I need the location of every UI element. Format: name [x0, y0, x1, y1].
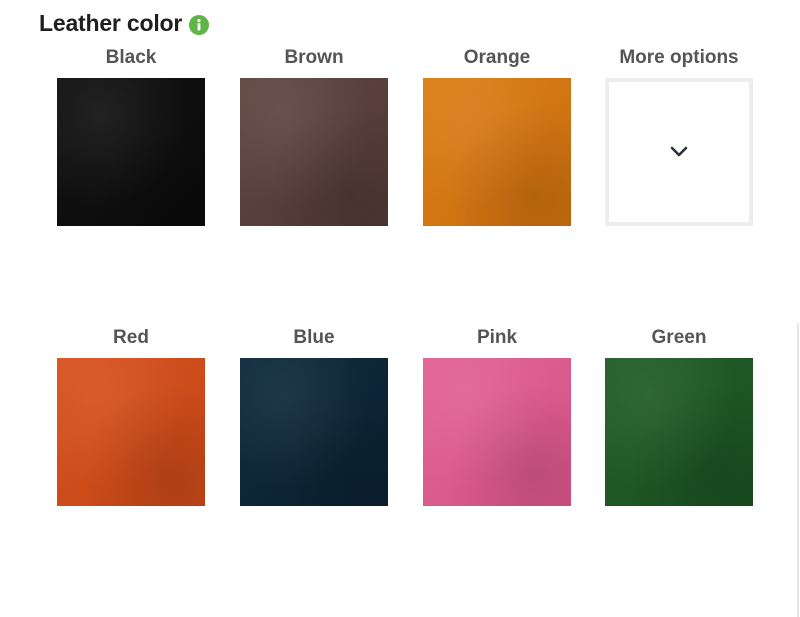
color-option-orange[interactable]: Orange	[423, 46, 571, 226]
more-options-label: More options	[619, 47, 739, 68]
color-option-brown[interactable]: Brown	[240, 46, 388, 226]
color-swatch-orange[interactable]	[423, 78, 571, 226]
color-label: Black	[105, 47, 157, 68]
color-swatch-green[interactable]	[605, 358, 753, 506]
color-option-black[interactable]: Black	[57, 46, 205, 226]
scrollbar-edge	[797, 323, 799, 617]
color-label: Green	[651, 327, 707, 348]
color-label: Brown	[284, 47, 344, 68]
color-label: Pink	[476, 327, 518, 348]
color-swatch-pink[interactable]	[423, 358, 571, 506]
color-swatch-red[interactable]	[57, 358, 205, 506]
more-options[interactable]: More options	[605, 46, 753, 226]
color-swatch-black[interactable]	[57, 78, 205, 226]
color-swatch-blue[interactable]	[240, 358, 388, 506]
color-option-blue[interactable]: Blue	[240, 326, 388, 506]
color-option-red[interactable]: Red	[57, 326, 205, 506]
color-label: Red	[113, 327, 149, 348]
color-option-pink[interactable]: Pink	[423, 326, 571, 506]
color-swatch-brown[interactable]	[240, 78, 388, 226]
chevron-down-icon	[670, 146, 688, 157]
color-label: Blue	[293, 327, 335, 348]
section-header: Leather color	[39, 10, 210, 37]
section-title: Leather color	[39, 10, 183, 36]
info-icon[interactable]	[189, 14, 210, 35]
color-option-green[interactable]: Green	[605, 326, 753, 506]
color-label: Orange	[463, 47, 531, 68]
more-options-button[interactable]	[605, 78, 753, 226]
